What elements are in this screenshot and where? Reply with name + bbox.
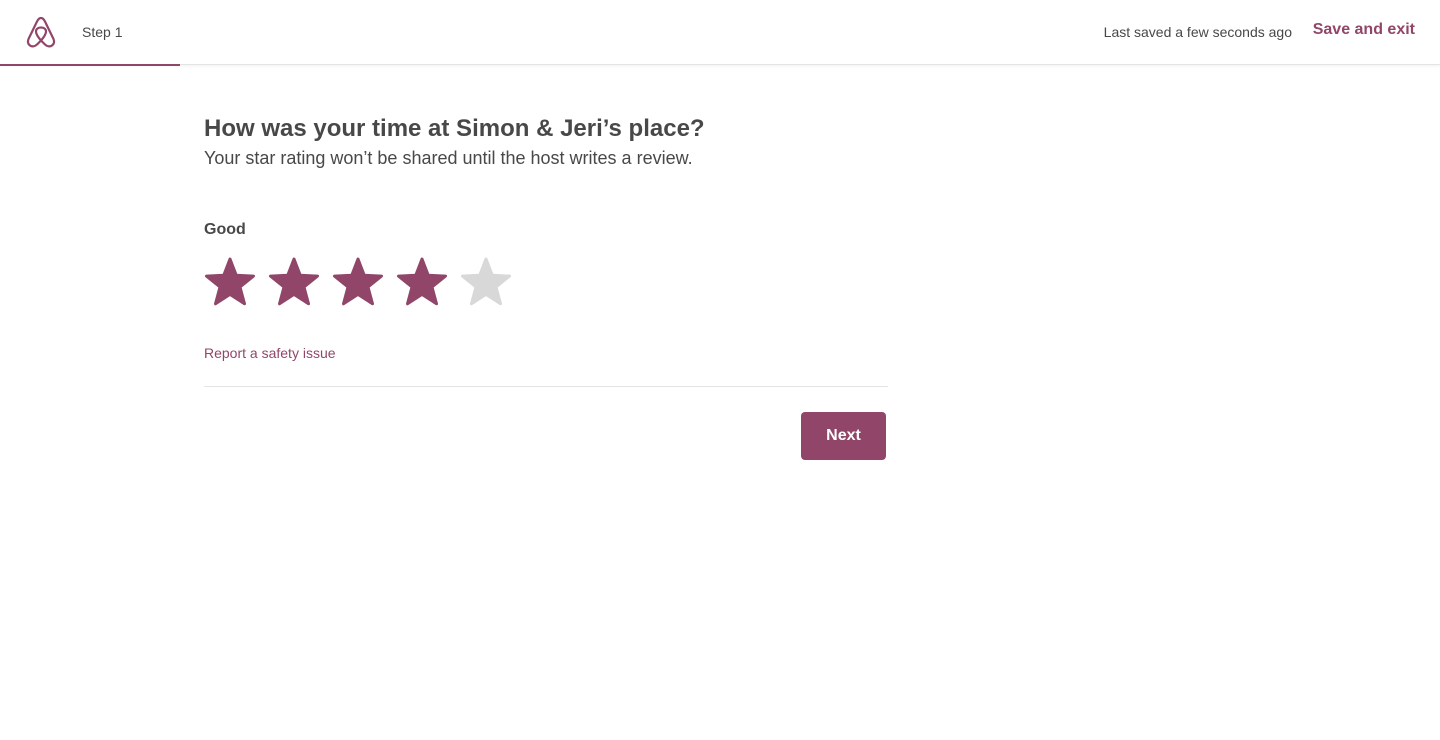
star-icon[interactable] (268, 256, 320, 312)
star-icon[interactable] (332, 256, 384, 312)
review-form: How was your time at Simon & Jeri’s plac… (204, 114, 888, 460)
progress-bar (0, 64, 180, 66)
star-rating (204, 256, 512, 312)
page-subtitle: Your star rating won’t be shared until t… (204, 148, 693, 168)
saved-status: Last saved a few seconds ago (1103, 24, 1292, 40)
star-icon[interactable] (460, 256, 512, 312)
star-icon[interactable] (204, 256, 256, 312)
next-button[interactable]: Next (801, 412, 886, 460)
page-title: How was your time at Simon & Jeri’s plac… (204, 115, 705, 142)
divider (204, 386, 888, 387)
save-and-exit-button[interactable]: Save and exit (1313, 21, 1415, 39)
top-bar: Step 1 Last saved a few seconds ago Save… (0, 0, 1440, 65)
airbnb-logo-icon[interactable] (24, 14, 58, 50)
report-safety-issue-link[interactable]: Report a safety issue (204, 345, 336, 361)
rating-label: Good (204, 221, 246, 238)
step-label: Step 1 (82, 24, 123, 40)
star-icon[interactable] (396, 256, 448, 312)
